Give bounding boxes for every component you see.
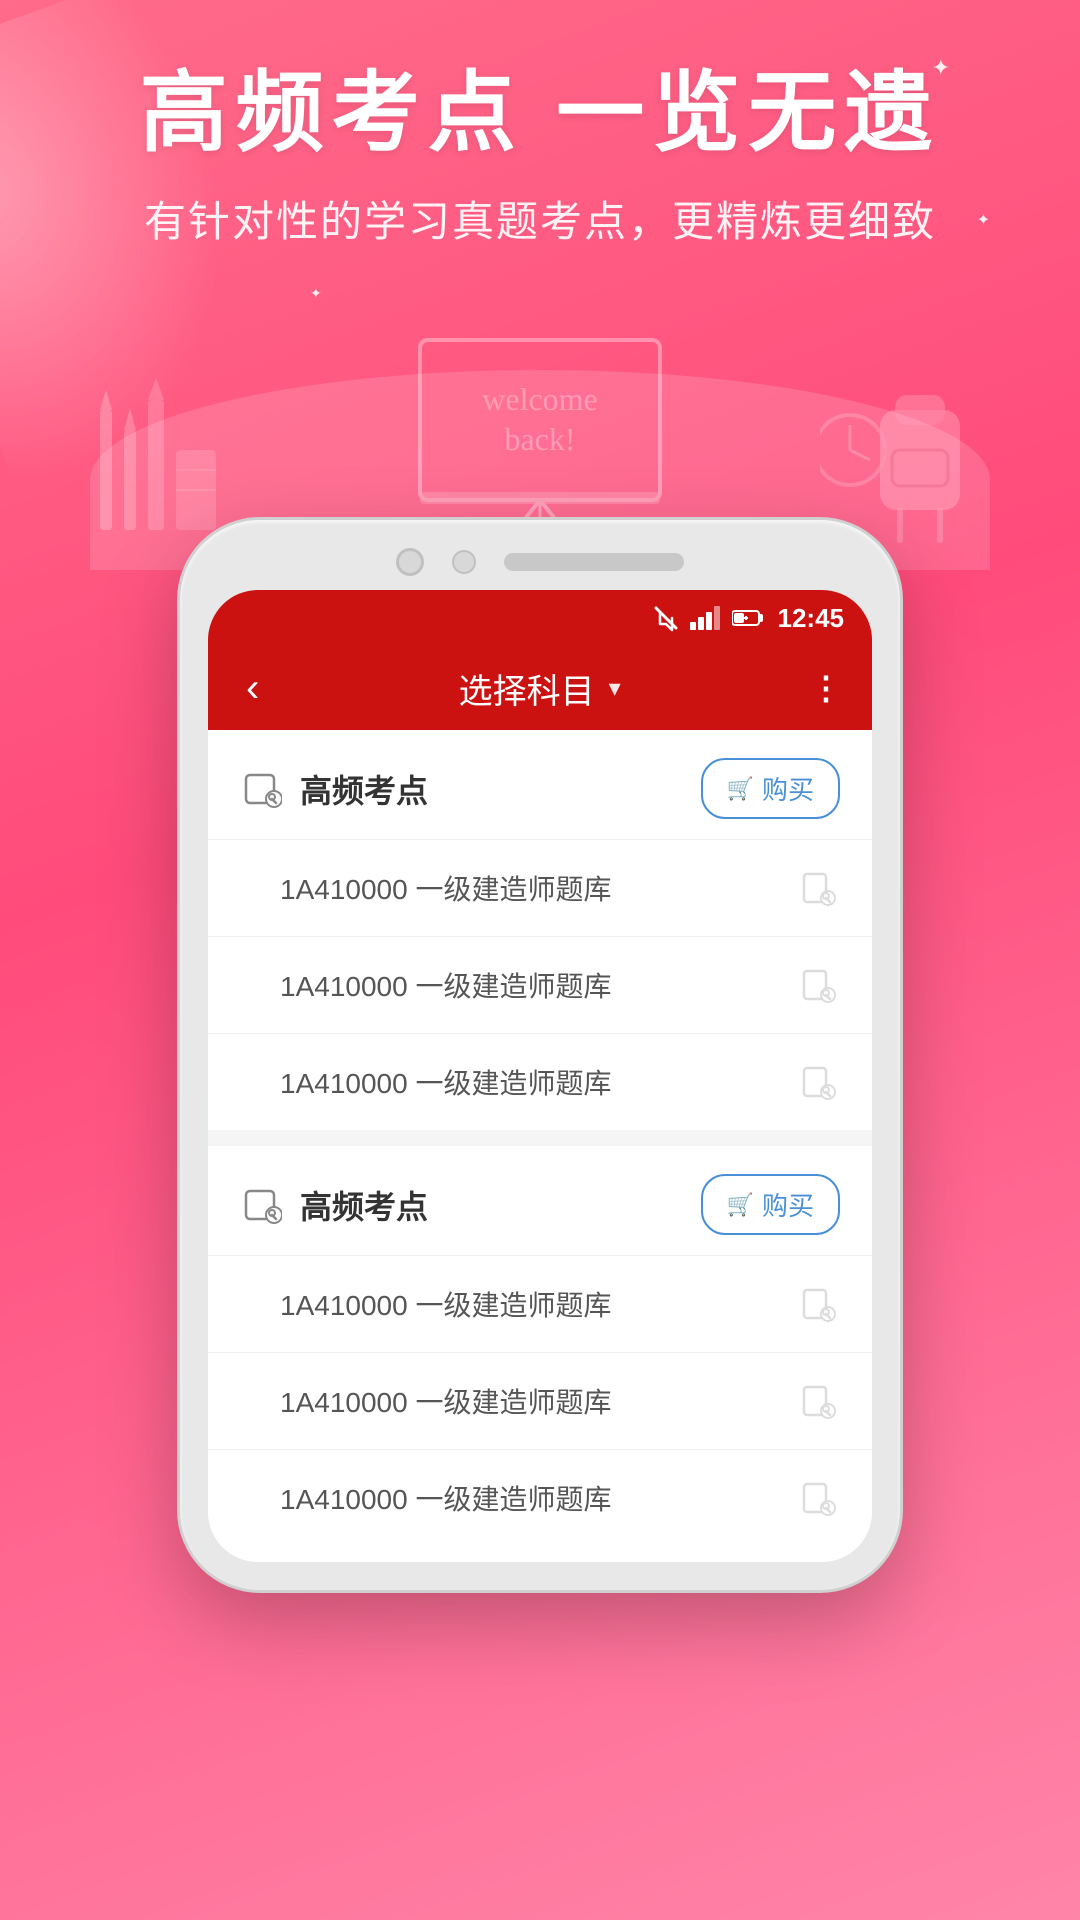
section-1-title: 高频考点	[300, 766, 428, 812]
item-text-2-1: 1A410000 一级建造师题库	[280, 1284, 611, 1324]
back-button[interactable]: ‹	[236, 656, 269, 721]
front-camera	[396, 548, 424, 576]
header-title-text: 选择科目	[459, 664, 595, 713]
list-item-2-2[interactable]: 1A410000 一级建造师题库	[208, 1352, 872, 1449]
speaker	[504, 553, 684, 571]
status-time: 12:45	[778, 603, 845, 634]
svg-text:welcome: welcome	[482, 381, 598, 417]
app-header: ‹ 选择科目 ▾ ⋮	[208, 646, 872, 730]
content-area: 高频考点 🛒 购买 1A410000 一级建造师题库	[208, 730, 872, 1546]
header-chevron-icon[interactable]: ▾	[609, 674, 621, 703]
mute-icon	[652, 604, 680, 632]
buy-button-2[interactable]: 🛒 购买	[701, 1174, 840, 1235]
phone-shell: 12:45 ‹ 选择科目 ▾ ⋮	[180, 520, 900, 1590]
section-2-title: 高频考点	[300, 1182, 428, 1228]
item-detail-icon-2-2	[796, 1379, 840, 1423]
section-2-icon	[240, 1183, 284, 1227]
section-1-icon	[240, 767, 284, 811]
phone-screen: 12:45 ‹ 选择科目 ▾ ⋮	[208, 590, 872, 1562]
item-detail-icon-1-1	[796, 866, 840, 910]
section-1-title-wrap: 高频考点	[240, 766, 428, 812]
cart-icon-1: 🛒	[727, 776, 754, 802]
phone-top-bar	[208, 548, 872, 576]
list-item-2-3[interactable]: 1A410000 一级建造师题库	[208, 1449, 872, 1546]
more-menu-button[interactable]: ⋮	[810, 669, 844, 707]
battery-icon	[732, 609, 764, 627]
status-icons	[652, 604, 764, 632]
section-2-title-wrap: 高频考点	[240, 1182, 428, 1228]
section-1-header: 高频考点 🛒 购买	[208, 730, 872, 839]
item-text-2-2: 1A410000 一级建造师题库	[280, 1381, 611, 1421]
item-detail-icon-2-1	[796, 1282, 840, 1326]
header-title-group: 选择科目 ▾	[459, 664, 621, 713]
list-item-1-3[interactable]: 1A410000 一级建造师题库	[208, 1033, 872, 1130]
item-text-1-2: 1A410000 一级建造师题库	[280, 965, 611, 1005]
item-text-1-3: 1A410000 一级建造师题库	[280, 1062, 611, 1102]
headline: 高频考点 一览无遗	[60, 60, 1020, 166]
item-detail-icon-1-2	[796, 963, 840, 1007]
signal-icon	[690, 606, 722, 630]
item-detail-icon-1-3	[796, 1060, 840, 1104]
buy-label-2: 购买	[762, 1186, 814, 1223]
subheadline: 有针对性的学习真题考点，更精炼更细致	[60, 190, 1020, 253]
cart-icon-2: 🛒	[727, 1192, 754, 1218]
phone-mockup: 12:45 ‹ 选择科目 ▾ ⋮	[180, 520, 900, 1590]
buy-label-1: 购买	[762, 770, 814, 807]
section-2-header: 高频考点 🛒 购买	[208, 1146, 872, 1255]
section-1: 高频考点 🛒 购买 1A410000 一级建造师题库	[208, 730, 872, 1130]
item-text-2-3: 1A410000 一级建造师题库	[280, 1478, 611, 1518]
list-item-1-2[interactable]: 1A410000 一级建造师题库	[208, 936, 872, 1033]
item-detail-icon-2-3	[796, 1476, 840, 1520]
buy-button-1[interactable]: 🛒 购买	[701, 758, 840, 819]
status-bar: 12:45	[208, 590, 872, 646]
list-item-2-1[interactable]: 1A410000 一级建造师题库	[208, 1255, 872, 1352]
svg-text:back!: back!	[504, 421, 575, 457]
section-2: 高频考点 🛒 购买 1A410000 一级建造师题库	[208, 1146, 872, 1546]
item-text-1-1: 1A410000 一级建造师题库	[280, 868, 611, 908]
top-section: 高频考点 一览无遗 有针对性的学习真题考点，更精炼更细致	[0, 60, 1080, 253]
list-item-1-1[interactable]: 1A410000 一级建造师题库	[208, 839, 872, 936]
front-camera2	[452, 550, 476, 574]
